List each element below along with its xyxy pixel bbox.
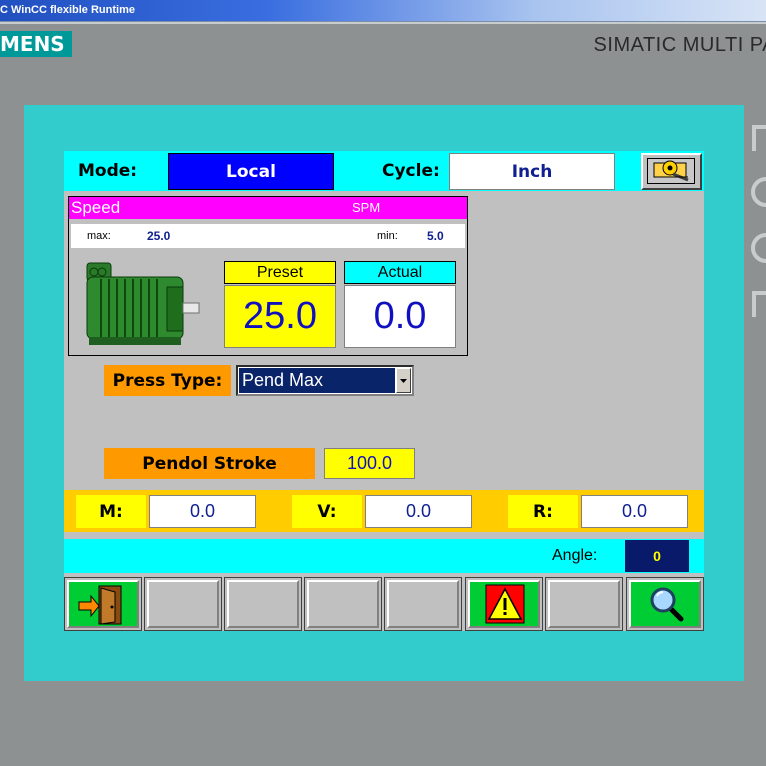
speed-header: Speed SPM [69, 197, 467, 219]
brand-logo: MENS [0, 31, 72, 57]
angle-row: Angle: 0 [64, 539, 704, 573]
exit-door-icon [78, 585, 122, 625]
mode-label: Mode: [78, 161, 138, 181]
speed-limits-row: max: 25.0 min: 5.0 [71, 224, 465, 248]
chevron-down-icon[interactable] [396, 368, 411, 393]
cycle-value-button[interactable]: Inch [449, 153, 615, 190]
speed-min-value: 5.0 [427, 229, 444, 243]
hmi-screen: Mode: Local Cycle: Inch Speed SPM max: 2… [64, 151, 704, 631]
angle-label: Angle: [552, 547, 598, 564]
press-type-dropdown[interactable]: Pend Max [236, 365, 414, 396]
v-value: 0.0 [365, 495, 472, 528]
pendol-stroke-label: Pendol Stroke [104, 448, 315, 479]
exit-button[interactable] [64, 577, 142, 631]
function-key-4[interactable] [304, 577, 382, 631]
r-label: R: [508, 495, 578, 528]
function-key-bar [64, 577, 704, 631]
alarm-button[interactable] [465, 577, 543, 631]
speed-unit: SPM [352, 200, 381, 215]
bezel-keypad-art [751, 125, 766, 317]
window-title: C WinCC flexible Runtime [0, 4, 135, 16]
speed-max-value: 25.0 [147, 229, 171, 243]
speed-min-label: min: [377, 230, 398, 242]
mvr-row: M: 0.0 V: 0.0 R: 0.0 [64, 490, 704, 532]
press-type-selected-value[interactable]: Pend Max [239, 368, 395, 393]
v-label: V: [292, 495, 362, 528]
cycle-label: Cycle: [382, 161, 440, 181]
preset-value-input[interactable]: 25.0 [224, 285, 336, 348]
speed-max-label: max: [87, 230, 111, 242]
actual-label: Actual [344, 261, 456, 284]
function-key-5[interactable] [384, 577, 462, 631]
settings-button[interactable] [641, 153, 702, 190]
pendol-stroke-input[interactable]: 100.0 [324, 448, 415, 479]
speed-title: Speed [71, 198, 121, 217]
actual-value: 0.0 [344, 285, 456, 348]
settings-icon [647, 158, 695, 184]
window-title-bar: C WinCC flexible Runtime [0, 0, 766, 22]
r-value: 0.0 [581, 495, 688, 528]
m-value: 0.0 [149, 495, 256, 528]
press-type-label: Press Type: [104, 365, 231, 396]
mode-value-button[interactable]: Local [168, 153, 334, 190]
search-icon [650, 587, 684, 622]
preset-label: Preset [224, 261, 336, 284]
angle-value: 0 [625, 540, 689, 572]
function-key-3[interactable] [224, 577, 302, 631]
warning-icon [485, 584, 525, 624]
mode-cycle-bar: Mode: Local Cycle: Inch [64, 151, 704, 191]
speed-panel: Speed SPM max: 25.0 min: 5.0 Preset 25.0… [68, 196, 468, 356]
bezel-edge [0, 22, 766, 24]
motor-icon [83, 257, 203, 349]
m-label: M: [76, 495, 146, 528]
function-key-7[interactable] [545, 577, 623, 631]
search-button[interactable] [626, 577, 704, 631]
function-key-2[interactable] [144, 577, 222, 631]
model-label: SIMATIC MULTI PA [593, 34, 766, 56]
